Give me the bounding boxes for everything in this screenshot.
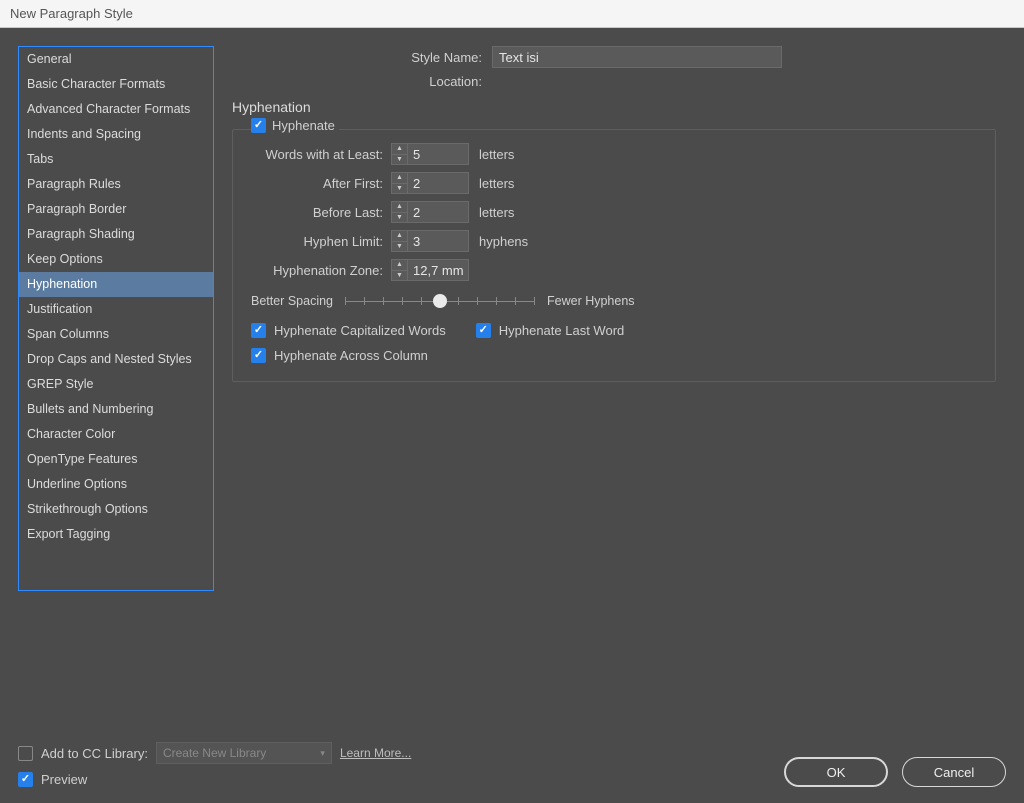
sidebar-item-tabs[interactable]: Tabs xyxy=(19,147,213,172)
chevron-down-icon: ▾ xyxy=(320,748,325,759)
section-title: Hyphenation xyxy=(232,99,996,115)
slider-left-label: Better Spacing xyxy=(251,294,333,308)
slider-right-label: Fewer Hyphens xyxy=(547,294,635,308)
dialog-body: General Basic Character Formats Advanced… xyxy=(0,28,1024,803)
chevron-up-icon[interactable]: ▲ xyxy=(392,231,407,242)
hyphenate-last-word-checkbox[interactable] xyxy=(476,323,491,338)
sidebar-item-character-color[interactable]: Character Color xyxy=(19,422,213,447)
cc-library-select-value: Create New Library xyxy=(163,746,266,760)
hyphenation-group: Hyphenate Words with at Least: ▲▼ letter… xyxy=(232,129,996,382)
before-last-unit: letters xyxy=(479,205,514,220)
sidebar-item-grep-style[interactable]: GREP Style xyxy=(19,372,213,397)
cc-library-select[interactable]: Create New Library ▾ xyxy=(156,742,332,764)
learn-more-link[interactable]: Learn More... xyxy=(340,746,411,760)
chevron-up-icon[interactable]: ▲ xyxy=(392,202,407,213)
add-cc-library-checkbox[interactable] xyxy=(18,746,33,761)
hyphen-limit-input[interactable] xyxy=(407,230,469,252)
chevron-down-icon[interactable]: ▼ xyxy=(392,213,407,223)
after-first-unit: letters xyxy=(479,176,514,191)
cancel-button[interactable]: Cancel xyxy=(902,757,1006,787)
words-at-least-stepper[interactable]: ▲▼ xyxy=(391,143,469,165)
sidebar-item-general[interactable]: General xyxy=(19,47,213,72)
hyphenate-capitalized-label: Hyphenate Capitalized Words xyxy=(274,323,446,338)
chevron-up-icon[interactable]: ▲ xyxy=(392,144,407,155)
hyphen-limit-unit: hyphens xyxy=(479,234,528,249)
slider-thumb[interactable] xyxy=(433,294,447,308)
sidebar-item-opentype[interactable]: OpenType Features xyxy=(19,447,213,472)
hyphen-limit-stepper[interactable]: ▲▼ xyxy=(391,230,469,252)
chevron-up-icon[interactable]: ▲ xyxy=(392,260,407,271)
sidebar-item-paragraph-rules[interactable]: Paragraph Rules xyxy=(19,172,213,197)
sidebar-item-bullets-numbering[interactable]: Bullets and Numbering xyxy=(19,397,213,422)
hyphenation-zone-label: Hyphenation Zone: xyxy=(251,263,391,278)
sidebar-item-strikethrough-options[interactable]: Strikethrough Options xyxy=(19,497,213,522)
hyphenate-across-column-label: Hyphenate Across Column xyxy=(274,348,428,363)
chevron-down-icon[interactable]: ▼ xyxy=(392,184,407,194)
hyphenation-zone-input[interactable] xyxy=(407,259,469,281)
before-last-stepper[interactable]: ▲▼ xyxy=(391,201,469,223)
hyphenation-slider[interactable] xyxy=(345,293,535,309)
words-at-least-input[interactable] xyxy=(407,143,469,165)
before-last-input[interactable] xyxy=(407,201,469,223)
hyphenate-capitalized-checkbox[interactable] xyxy=(251,323,266,338)
sidebar-item-keep-options[interactable]: Keep Options xyxy=(19,247,213,272)
sidebar-item-justification[interactable]: Justification xyxy=(19,297,213,322)
dialog-footer: Add to CC Library: Create New Library ▾ … xyxy=(18,742,1006,787)
chevron-down-icon[interactable]: ▼ xyxy=(392,242,407,252)
hyphenate-last-word-label: Hyphenate Last Word xyxy=(499,323,625,338)
sidebar-item-indents-spacing[interactable]: Indents and Spacing xyxy=(19,122,213,147)
hyphenation-zone-stepper[interactable]: ▲▼ xyxy=(391,259,469,281)
sidebar-item-paragraph-border[interactable]: Paragraph Border xyxy=(19,197,213,222)
preview-label: Preview xyxy=(41,772,87,787)
sidebar-item-basic-character-formats[interactable]: Basic Character Formats xyxy=(19,72,213,97)
sidebar-item-drop-caps[interactable]: Drop Caps and Nested Styles xyxy=(19,347,213,372)
style-name-label: Style Name: xyxy=(232,50,492,65)
chevron-up-icon[interactable]: ▲ xyxy=(392,173,407,184)
add-cc-library-label: Add to CC Library: xyxy=(41,746,148,761)
after-first-stepper[interactable]: ▲▼ xyxy=(391,172,469,194)
hyphenate-across-column-checkbox[interactable] xyxy=(251,348,266,363)
after-first-label: After First: xyxy=(251,176,391,191)
hyphenate-checkbox[interactable] xyxy=(251,118,266,133)
chevron-down-icon[interactable]: ▼ xyxy=(392,155,407,165)
sidebar-item-hyphenation[interactable]: Hyphenation xyxy=(19,272,213,297)
sidebar-item-advanced-character-formats[interactable]: Advanced Character Formats xyxy=(19,97,213,122)
sidebar-item-underline-options[interactable]: Underline Options xyxy=(19,472,213,497)
sidebar-item-span-columns[interactable]: Span Columns xyxy=(19,322,213,347)
sidebar-item-export-tagging[interactable]: Export Tagging xyxy=(19,522,213,547)
chevron-down-icon[interactable]: ▼ xyxy=(392,271,407,281)
after-first-input[interactable] xyxy=(407,172,469,194)
words-at-least-label: Words with at Least: xyxy=(251,147,391,162)
sidebar-item-paragraph-shading[interactable]: Paragraph Shading xyxy=(19,222,213,247)
preview-checkbox[interactable] xyxy=(18,772,33,787)
ok-button[interactable]: OK xyxy=(784,757,888,787)
category-sidebar: General Basic Character Formats Advanced… xyxy=(18,46,214,591)
main-panel: Style Name: Location: Hyphenation Hyphen… xyxy=(232,46,1006,591)
location-label: Location: xyxy=(232,74,492,89)
hyphen-limit-label: Hyphen Limit: xyxy=(251,234,391,249)
style-name-input[interactable] xyxy=(492,46,782,68)
before-last-label: Before Last: xyxy=(251,205,391,220)
dialog-title: New Paragraph Style xyxy=(0,0,1024,28)
hyphenate-label: Hyphenate xyxy=(272,118,335,133)
words-at-least-unit: letters xyxy=(479,147,514,162)
